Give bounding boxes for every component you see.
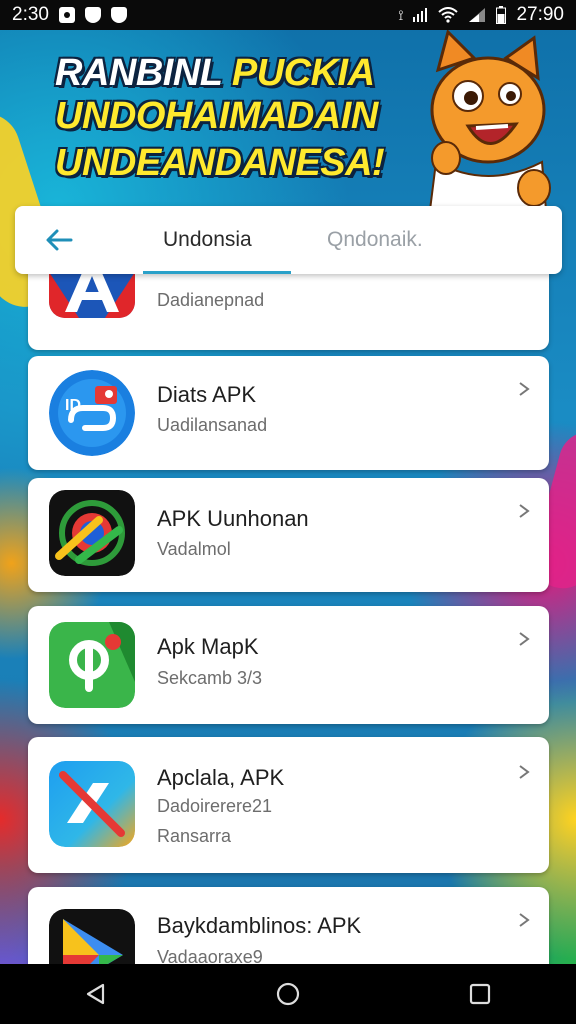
chevron-right-icon[interactable] xyxy=(517,504,531,518)
back-arrow-icon[interactable] xyxy=(43,226,75,254)
nav-home-button[interactable] xyxy=(268,974,308,1014)
app-name: Apclala, APK xyxy=(157,765,285,790)
list-item[interactable]: ID Diats APK Uadilansanad xyxy=(28,356,549,470)
cat-mascot-icon xyxy=(428,30,551,210)
svg-text:ID: ID xyxy=(65,397,81,414)
app-subtitle: Vadalmol xyxy=(157,539,231,559)
slash-icon xyxy=(49,761,135,847)
status-time-right: 27:90 xyxy=(516,4,564,25)
signal-icon xyxy=(413,8,428,22)
app-name: Baykdamblinos: APK xyxy=(157,913,362,938)
banner-word: PUCKIA xyxy=(231,52,375,94)
banner-word: RANBINL xyxy=(55,52,222,94)
banner-line-2: UNDOHAIMADAIN xyxy=(55,95,378,137)
vibrate-icon: ⟟ xyxy=(398,6,403,23)
banner-line-1: RANBINL PUCKIA xyxy=(55,52,375,95)
app-subtitle: Uadilansanad xyxy=(157,415,268,435)
system-nav-bar xyxy=(0,964,576,1024)
list-item[interactable]: Apk MapK Sekcamb 3/3 xyxy=(28,606,549,724)
wifi-icon xyxy=(438,7,459,23)
chevron-right-icon[interactable] xyxy=(517,765,531,779)
tab-undonsia[interactable]: Undonsia xyxy=(163,228,252,252)
app-subtitle: Dadianepnad xyxy=(157,290,265,310)
active-tab-indicator xyxy=(143,271,291,274)
home-circle-icon xyxy=(276,982,300,1006)
app-subtitle: Dadoirerere21 xyxy=(157,796,273,816)
status-time: 2:30 xyxy=(12,4,49,25)
back-triangle-icon xyxy=(86,983,105,1005)
app-name: Diats APK xyxy=(157,382,257,407)
tab-bar: Undonsia Qndonaik. xyxy=(15,206,562,274)
notification-icon xyxy=(58,7,75,23)
chevron-right-icon[interactable] xyxy=(517,913,531,927)
chevron-right-icon[interactable] xyxy=(517,632,531,646)
list-item[interactable]: APK Uunhonan Vadalmol xyxy=(28,478,549,592)
nav-back-button[interactable] xyxy=(76,974,116,1014)
banner-line-3: UNDEANDANESA! xyxy=(55,142,385,184)
shield-icon xyxy=(84,7,101,23)
recents-square-icon xyxy=(469,983,491,1005)
shield-icon xyxy=(110,7,127,23)
app-subtitle: Sekcamb 3/3 xyxy=(157,668,263,688)
list-item[interactable]: Apclala, APK Dadoirerere21 Ransarra xyxy=(28,737,549,873)
chevron-right-icon[interactable] xyxy=(517,382,531,396)
app-name: APK Uunhonan xyxy=(157,506,309,531)
tab-qndonaik[interactable]: Qndonaik. xyxy=(327,228,423,252)
status-bar: 2:30 ⟟ 27:90 xyxy=(0,0,576,30)
app-name: Apk MapK xyxy=(157,634,259,659)
link-badge-icon: ID xyxy=(49,370,135,456)
p-letter-icon xyxy=(49,622,135,708)
nav-recents-button[interactable] xyxy=(460,974,500,1014)
signal-icon xyxy=(469,8,486,22)
target-icon xyxy=(49,490,135,576)
app-subtitle-secondary: Ransarra xyxy=(157,826,232,846)
battery-icon xyxy=(496,6,507,24)
